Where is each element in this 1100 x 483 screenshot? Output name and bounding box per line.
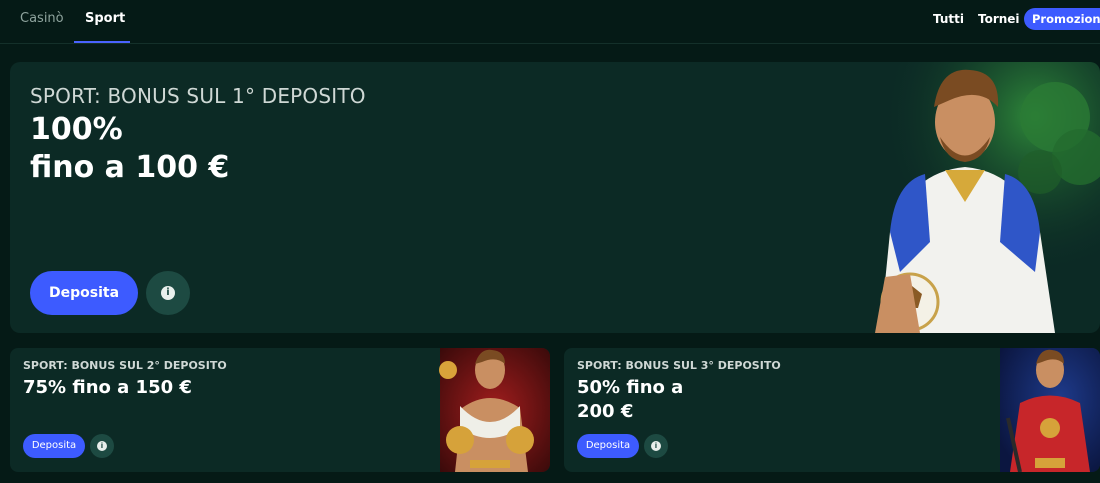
tab-casino[interactable]: Casinò [20,11,64,26]
hero-deposit-button[interactable]: Deposita [30,271,138,315]
info-icon: i [97,441,107,451]
tab-sport[interactable]: Sport [85,11,125,26]
football-player-illustration [840,62,1100,333]
card-deposit-button[interactable]: Deposita [23,434,85,458]
active-tab-indicator [74,41,130,43]
card-eyebrow: SPORT: BONUS SUL 3° DEPOSITO [577,359,781,372]
hero-headline: 100% [30,112,123,147]
hero-eyebrow: SPORT: BONUS SUL 1° DEPOSITO [30,84,366,108]
card-title: 50% fino a 200 € [577,376,683,424]
hero-info-button[interactable]: i [146,271,190,315]
promo-card-second-deposit: SPORT: BONUS SUL 2° DEPOSITO 75% fino a … [10,348,550,472]
filter-tutti[interactable]: Tutti [933,12,964,26]
card-info-button[interactable]: i [644,434,668,458]
card-info-button[interactable]: i [90,434,114,458]
card-title-line: 75% fino a 150 € [23,377,192,398]
card-title-line: 200 € [577,401,634,422]
promo-card-third-deposit: SPORT: BONUS SUL 3° DEPOSITO 50% fino a … [564,348,1100,472]
boxer-illustration [439,348,550,472]
top-navigation: Casinò Sport Tutti Tornei Promozioni [0,0,1100,44]
filter-promozioni[interactable]: Promozioni [1024,8,1100,30]
hero-subheadline: fino a 100 € [30,150,230,185]
filter-tornei[interactable]: Tornei [978,12,1020,26]
card-title: 75% fino a 150 € [23,376,192,400]
hockey-player-illustration [1000,348,1100,472]
info-icon: i [161,286,175,300]
info-icon: i [651,441,661,451]
card-title-line: 50% fino a [577,377,684,398]
hero-promo-card: SPORT: BONUS SUL 1° DEPOSITO 100% fino a… [10,62,1100,333]
card-deposit-button[interactable]: Deposita [577,434,639,458]
card-eyebrow: SPORT: BONUS SUL 2° DEPOSITO [23,359,227,372]
